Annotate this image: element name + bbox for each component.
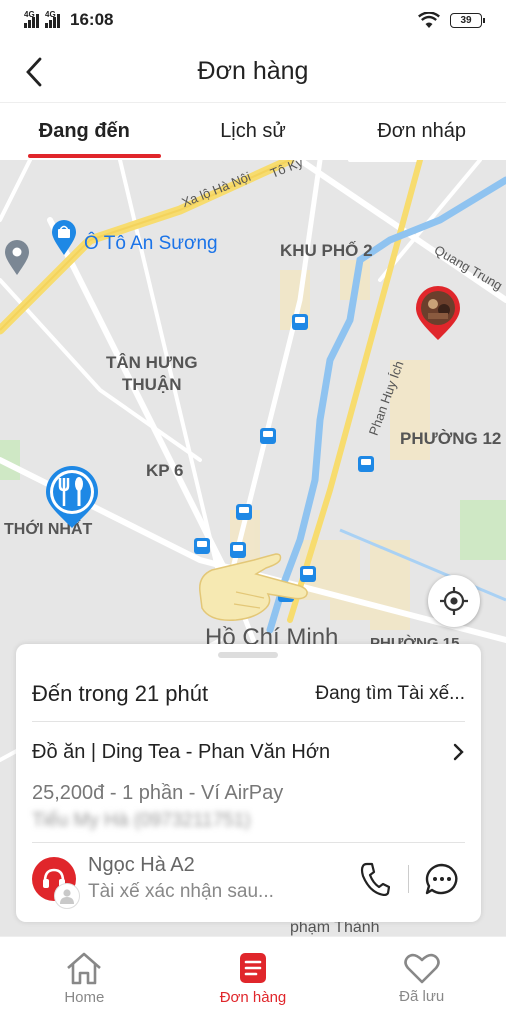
home-icon [67,952,102,985]
store-row[interactable]: Đồ ăn | Ding Tea - Phan Văn Hớn [32,732,465,772]
status-time: 16:08 [70,10,114,29]
map-label-o-to-an-suong: Ô Tô An Sương [84,233,218,254]
driver-avatar [32,856,80,909]
nav-item-saved[interactable]: Đã lưu [337,937,506,1020]
network-type-label: 4G [24,10,35,19]
nav-item-orders[interactable]: Đơn hàng [169,937,338,1020]
tab-bar: Đang đến Lịch sử Đơn nháp [0,102,506,160]
battery-level: 39 [460,14,472,26]
screen: 4G 4G 16:08 39 Đơn hàng Đang đến Lịch sử… [0,0,506,1020]
bus-stop-icon [358,456,374,472]
location-pin-icon [5,240,29,275]
map-label-kp6: KP 6 [146,461,184,480]
signal-icon: 4G [45,10,60,28]
bus-stop-icon [292,314,308,330]
chevron-left-icon [26,57,42,87]
driver-status: Tài xế xác nhận sau... [88,881,274,902]
my-location-button[interactable] [428,575,480,627]
order-card[interactable]: Đến trong 21 phút Đang tìm Tài xế... Đồ … [16,644,481,922]
signal-icon: 4G [24,10,39,28]
page-title: Đơn hàng [197,56,309,85]
network-type-label: 4G [45,10,56,19]
tab-dang-den[interactable]: Đang đến [0,103,169,160]
driver-row: Ngọc Hà A2 Tài xế xác nhận sau... [32,842,465,914]
driver-info: Ngọc Hà A2 Tài xế xác nhận sau... [88,854,352,903]
eta-text: Đến trong 21 phút [32,680,209,706]
user-icon [54,882,80,909]
chat-button[interactable] [419,856,465,902]
nav-label-home: Home [64,989,105,1006]
bus-stop-icon [260,428,276,444]
store-name: Đồ ăn | Ding Tea - Phan Văn Hớn [32,740,331,763]
tab-don-nhap[interactable]: Đơn nháp [337,103,506,160]
nav-label-saved: Đã lưu [399,988,445,1005]
pointing-hand-icon [199,553,308,621]
eta-row: Đến trong 21 phút Đang tìm Tài xế... [32,666,465,722]
tab-lich-su[interactable]: Lịch sử [169,103,338,160]
order-status-text: Đang tìm Tài xế... [315,682,465,704]
shopping-pin-icon[interactable] [50,220,78,256]
bottom-nav: Home Đơn hàng Đã lưu [0,936,506,1020]
battery-icon: 39 [450,12,485,28]
chat-bubble-icon [425,863,458,894]
map-label-phuong-12: PHƯỜNG 12 [400,429,502,448]
status-bar: 4G 4G 16:08 39 [0,0,506,40]
wifi-icon [418,11,440,28]
bus-stop-icon [236,504,252,520]
store-marker-icon [416,286,460,340]
divider [408,864,409,893]
map-label-khu-pho-2: KHU PHỐ 2 [280,241,373,260]
back-button[interactable] [14,52,54,92]
nav-label-orders: Đơn hàng [219,989,287,1006]
restaurant-pin-icon[interactable] [44,464,100,530]
drag-handle[interactable] [218,652,278,658]
driver-name: Ngọc Hà A2 [88,854,195,876]
heart-icon [403,953,440,984]
orders-icon [240,953,266,983]
store-marker[interactable] [414,286,462,342]
phone-icon [360,862,390,896]
chevron-right-icon [453,743,464,761]
customer-info: Tiểu My Hà (0973211751) [32,810,251,831]
nav-item-home[interactable]: Home [0,937,169,1020]
payment-info: 25,200đ - 1 phần - Ví AirPay [32,782,284,804]
crosshair-icon [440,587,468,615]
header: Đơn hàng [0,40,506,102]
call-button[interactable] [352,856,398,902]
map-label-tan-hung-thuan: TÂN HƯNG THUẬN [106,353,198,395]
